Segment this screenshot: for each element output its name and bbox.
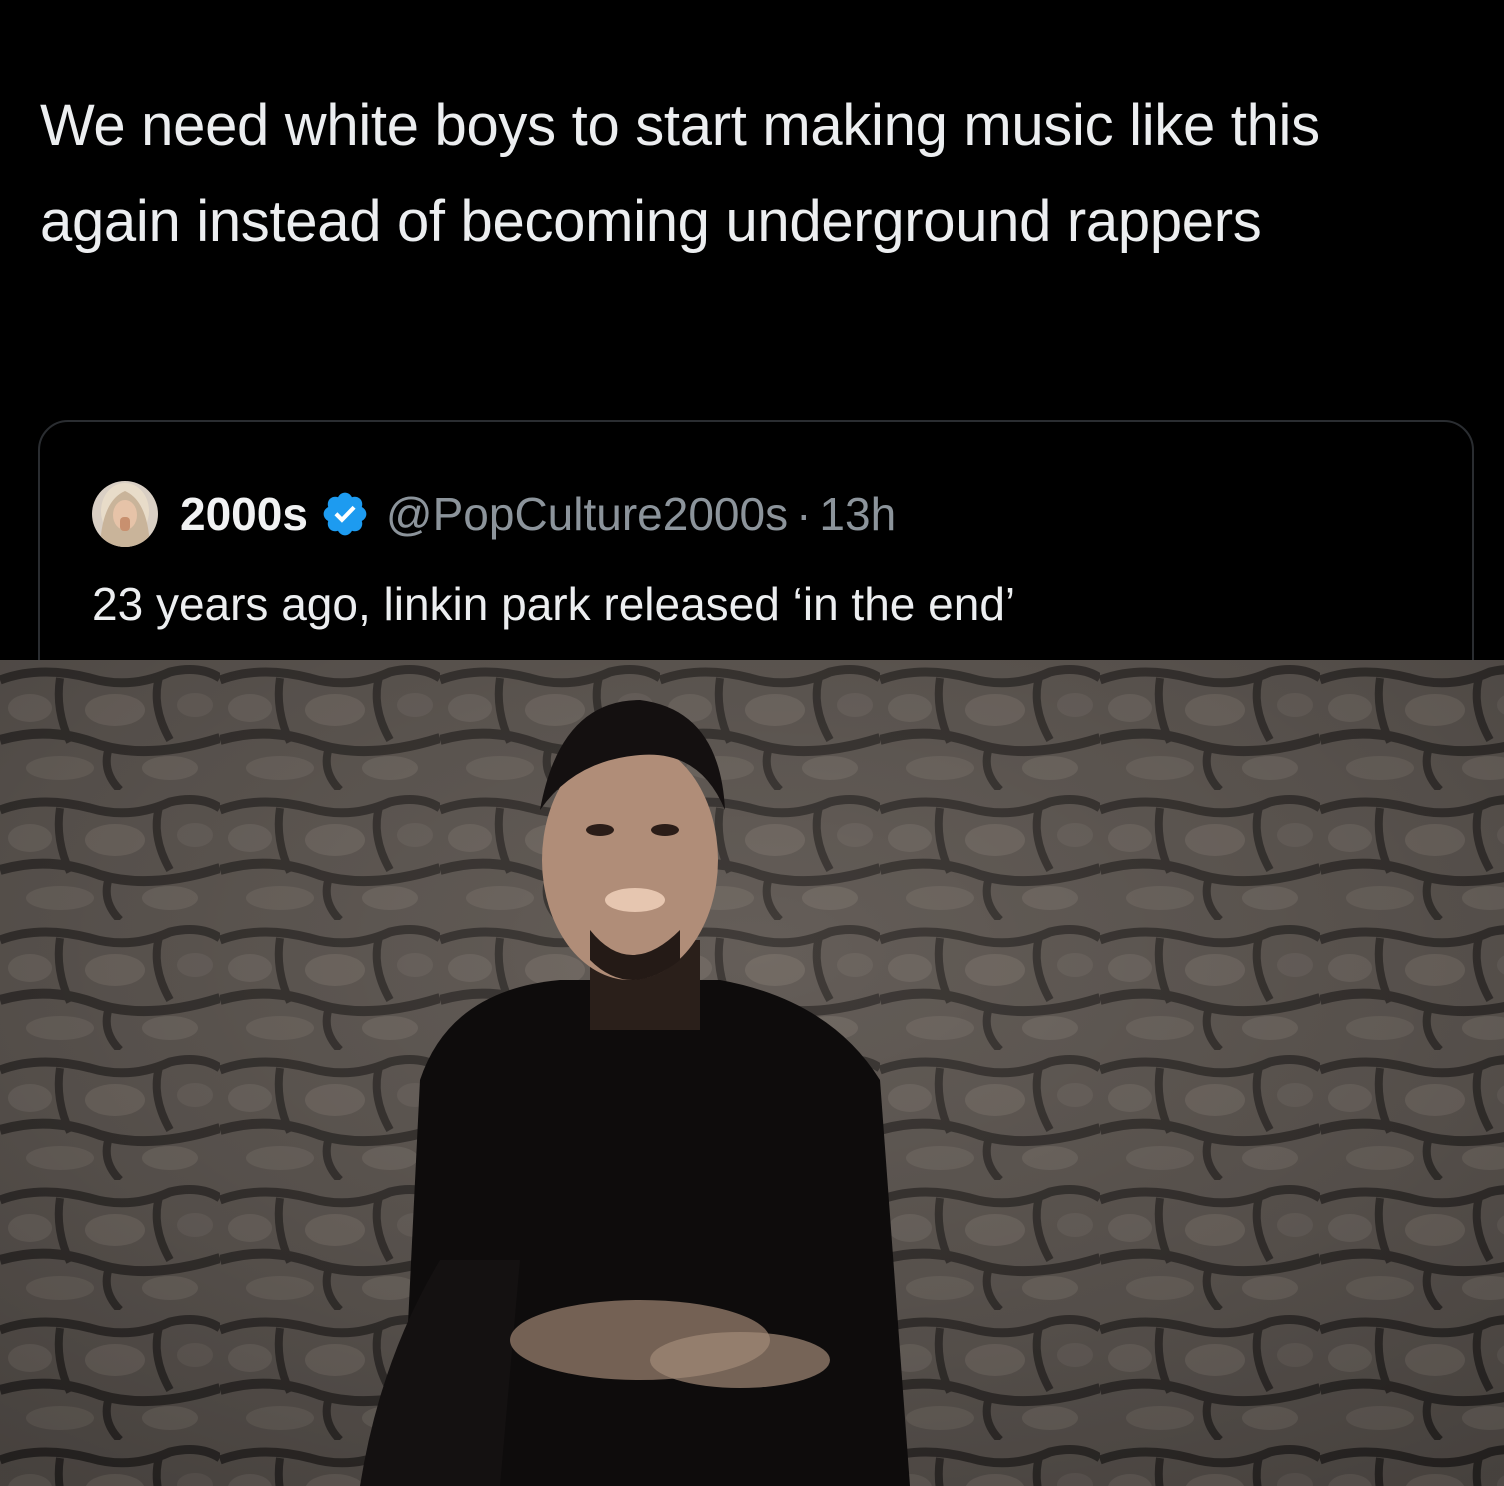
separator-dot: ·	[796, 488, 812, 540]
quoted-tweet-header: 2000s @PopCulture2000s · 13h	[92, 481, 896, 547]
tweet-text: We need white boys to start making music…	[40, 93, 1320, 254]
user-handle[interactable]: @PopCulture2000s	[386, 487, 788, 541]
quoted-tweet-text: 23 years ago, linkin park released ‘in t…	[92, 578, 1016, 630]
video-still[interactable]	[0, 660, 1504, 1486]
meme-screenshot: We need white boys to start making music…	[0, 0, 1504, 1486]
verified-badge-icon	[323, 492, 367, 536]
timestamp[interactable]: 13h	[819, 487, 896, 541]
display-name[interactable]: 2000s	[180, 487, 308, 541]
user-avatar[interactable]	[92, 481, 158, 547]
